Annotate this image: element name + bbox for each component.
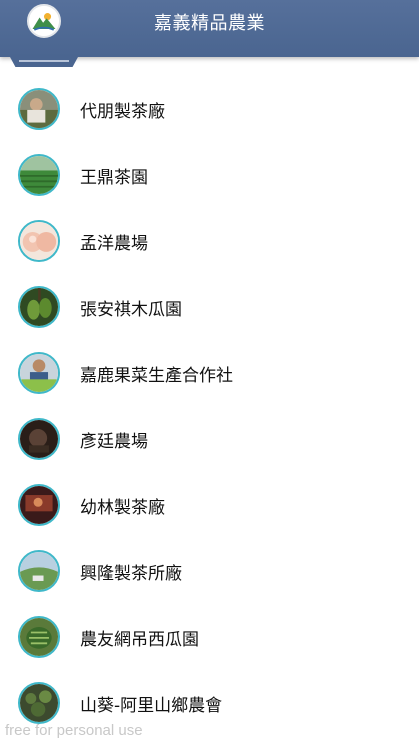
tea-hill-photo-icon [18, 550, 60, 592]
list-item-label: 興隆製茶所廠 [80, 564, 182, 584]
list-item[interactable]: 孟洋農場 [0, 208, 419, 274]
list-item-label: 代朋製茶廠 [80, 102, 165, 122]
list-item-label: 山葵-阿里山鄉農會 [80, 696, 223, 716]
list-item-label: 嘉鹿果菜生產合作社 [80, 366, 233, 386]
farmer-photo-icon [18, 352, 60, 394]
list-item[interactable]: 王鼎茶園 [0, 142, 419, 208]
list-item-label: 張安祺木瓜園 [80, 300, 182, 320]
list-item[interactable]: 興隆製茶所廠 [0, 538, 419, 604]
wasabi-field-photo-icon [18, 682, 60, 724]
watermelon-photo-icon [18, 616, 60, 658]
list-item-label: 孟洋農場 [80, 234, 148, 254]
tea-factory-interior-photo-icon [18, 484, 60, 526]
list-item[interactable]: 代朋製茶廠 [0, 76, 419, 142]
list-item-label: 農友網吊西瓜園 [80, 630, 199, 650]
list-item[interactable]: 嘉鹿果菜生產合作社 [0, 340, 419, 406]
tea-factory-photo-icon [18, 88, 60, 130]
list-item[interactable]: 張安祺木瓜園 [0, 274, 419, 340]
list-item-label: 彥廷農場 [80, 432, 148, 452]
farm-list: 代朋製茶廠 王鼎茶園 孟洋農場 張安祺木瓜園 嘉鹿果菜生產合作社 彥廷農場 幼林… [0, 76, 419, 736]
papaya-photo-icon [18, 286, 60, 328]
app-bar: 嘉義精品農業 [0, 0, 419, 57]
farm-dark-photo-icon [18, 418, 60, 460]
list-item-label: 王鼎茶園 [80, 168, 148, 188]
list-item[interactable]: 農友網吊西瓜園 [0, 604, 419, 670]
list-item[interactable]: 幼林製茶廠 [0, 472, 419, 538]
list-item-label: 幼林製茶廠 [80, 498, 165, 518]
watermark-text: free for personal use [5, 722, 143, 739]
tea-garden-photo-icon [18, 154, 60, 196]
app-title: 嘉義精品農業 [154, 13, 265, 34]
peach-photo-icon [18, 220, 60, 262]
menu-tab-handle[interactable] [10, 57, 78, 67]
list-item[interactable]: 彥廷農場 [0, 406, 419, 472]
